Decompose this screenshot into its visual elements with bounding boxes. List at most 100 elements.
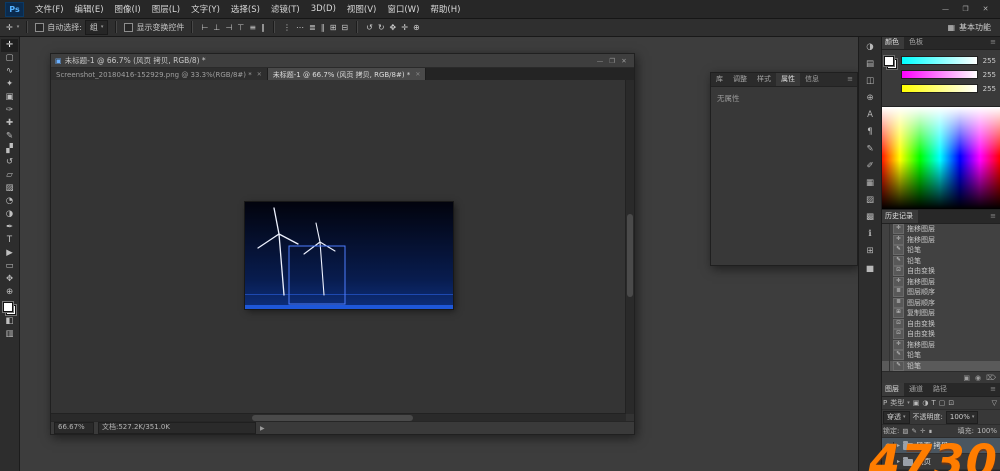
canvas-artwork[interactable] [245,202,453,309]
navigator-panel-icon[interactable]: ⊞ [862,245,878,257]
menu-window[interactable]: 窗口(W) [382,1,424,17]
align-top-edges-icon[interactable]: ⊤ [236,23,245,32]
gradient-tool[interactable]: ▨ [1,182,18,195]
type-tool[interactable]: T [1,234,18,247]
distribute-right-icon[interactable]: ⊟ [340,23,349,32]
auto-select-dropdown[interactable]: 组 ▾ [85,20,109,35]
brush-settings-panel-icon[interactable]: ✎ [862,143,878,155]
align-right-edges-icon[interactable]: ⊣ [224,23,233,32]
pen-tool[interactable]: ✒ [1,221,18,234]
history-state[interactable]: ≣图层顺序 [880,298,1000,309]
window-close-button[interactable]: ✕ [976,3,995,15]
tab-channels[interactable]: 通道 [904,383,928,396]
blur-tool[interactable]: ◔ [1,195,18,208]
menu-select[interactable]: 选择(S) [226,1,265,17]
adjustments-panel-icon[interactable]: ◑ [862,41,878,53]
brushes-panel-icon[interactable]: ✐ [862,160,878,172]
distribute-left-icon[interactable]: ∥ [320,23,326,32]
filter-adjustment-layers-icon[interactable]: ◑ [922,399,928,407]
distribute-top-icon[interactable]: ⋮ [282,23,292,32]
info-panel-icon[interactable]: ℹ [862,228,878,240]
new-snapshot-icon[interactable]: ◉ [975,374,981,382]
history-state[interactable]: ✎铅笔 [880,350,1000,361]
clone-source-panel-icon[interactable]: ⊕ [862,92,878,104]
chevron-down-icon[interactable]: ▾ [907,400,910,406]
zoom-level-field[interactable]: 66.67% [54,422,94,434]
tab-styles[interactable]: 样式 [752,73,776,86]
history-state[interactable]: ✛拖移图层 [880,277,1000,288]
filter-smart-objects-icon[interactable]: ⊡ [948,399,954,407]
history-state[interactable]: ⊡自由变换 [880,329,1000,340]
lasso-tool[interactable]: ∿ [1,65,18,78]
history-brush-tool[interactable]: ↺ [1,156,18,169]
menu-image[interactable]: 图像(I) [110,1,146,17]
foreground-color-swatch[interactable] [3,302,13,312]
path-selection-tool[interactable]: ▶ [1,247,18,260]
tab-paths[interactable]: 路径 [928,383,952,396]
history-state[interactable]: ✛拖移图层 [880,224,1000,235]
menu-view[interactable]: 视图(V) [342,1,381,17]
vertical-scrollbar[interactable] [625,80,634,414]
history-state[interactable]: ≣图层顺序 [880,287,1000,298]
history-state[interactable]: ⊡自由变换 [880,319,1000,330]
history-state[interactable]: ⊞复制图层 [880,308,1000,319]
align-left-edges-icon[interactable]: ⊢ [200,23,209,32]
green-channel-value[interactable]: 255 [981,71,996,79]
gradients-panel-icon[interactable]: ▨ [862,194,878,206]
panel-menu-icon[interactable]: ≡ [990,210,1000,223]
tab-history[interactable]: 历史记录 [880,210,918,223]
filter-type-label[interactable]: 类型 [890,398,904,408]
3d-drag-icon[interactable]: ✥ [389,23,398,32]
opacity-dropdown[interactable]: 100% ▾ [946,411,979,424]
history-state[interactable]: ✛拖移图层 [880,235,1000,246]
tab-info[interactable]: 信息 [800,73,824,86]
menu-type[interactable]: 文字(Y) [186,1,225,17]
filter-shape-layers-icon[interactable]: ▢ [939,399,946,407]
auto-select-checkbox[interactable] [35,23,44,32]
panel-menu-icon[interactable]: ≡ [847,73,857,86]
tool-preset-caret-icon[interactable]: ▾ [17,24,20,30]
menu-filter[interactable]: 滤镜(T) [266,1,305,17]
healing-brush-tool[interactable]: ✚ [1,117,18,130]
histogram-panel-icon[interactable]: ▅ [862,262,878,274]
tool-preset-icon[interactable]: ✛ [5,23,14,32]
libraries-panel-icon[interactable]: ◫ [862,75,878,87]
foreground-color-swatch[interactable] [884,56,894,66]
align-vertical-centers-icon[interactable]: ≡ [248,23,257,32]
hand-tool[interactable]: ✥ [1,273,18,286]
blend-mode-dropdown[interactable]: 穿透 ▾ [883,411,910,424]
3d-slide-icon[interactable]: ✛ [400,23,409,32]
window-restore-button[interactable]: ❐ [956,3,975,15]
status-expander-icon[interactable]: ▶ [260,425,265,432]
lock-all-icon[interactable]: ∎ [928,427,932,435]
distribute-bottom-icon[interactable]: ≣ [308,23,317,32]
blue-channel-slider[interactable] [901,84,978,93]
panel-menu-icon[interactable]: ≡ [990,36,1000,49]
menu-edit[interactable]: 编辑(E) [70,1,109,17]
align-horizontal-centers-icon[interactable]: ⊥ [212,23,221,32]
styles-panel-icon[interactable]: ▤ [862,58,878,70]
red-channel-value[interactable]: 255 [981,57,996,65]
tab-adjustments[interactable]: 调整 [728,73,752,86]
tab-layers[interactable]: 图层 [880,383,904,396]
document-titlebar[interactable]: ▣ 未标题-1 @ 66.7% (风页 拷贝, RGB/8) * — ❐ ✕ [51,54,634,68]
move-tool[interactable]: ✛ [1,39,18,52]
tab-color[interactable]: 颜色 [880,36,904,49]
red-channel-slider[interactable] [901,56,978,65]
filter-type-layers-icon[interactable]: T [931,399,935,407]
history-state[interactable]: ⊡自由变换 [880,266,1000,277]
new-document-from-state-icon[interactable]: ▣ [963,374,970,382]
doc-restore-button[interactable]: ❐ [606,57,618,65]
3d-scale-icon[interactable]: ⊕ [412,23,421,32]
menu-help[interactable]: 帮助(H) [425,1,465,17]
eyedropper-tool[interactable]: ✑ [1,104,18,117]
history-state-current[interactable]: ✎铅笔 [880,361,1000,372]
green-channel-slider[interactable] [901,70,978,79]
tab-close-icon[interactable]: ✕ [257,71,262,78]
screen-mode-button[interactable]: ▥ [1,328,18,341]
delete-state-icon[interactable]: ⌦ [986,374,996,382]
3d-roll-icon[interactable]: ↻ [377,23,386,32]
tab-properties[interactable]: 属性 [776,73,800,86]
tab-libraries[interactable]: 库 [711,73,728,86]
character-panel-icon[interactable]: A [862,109,878,121]
